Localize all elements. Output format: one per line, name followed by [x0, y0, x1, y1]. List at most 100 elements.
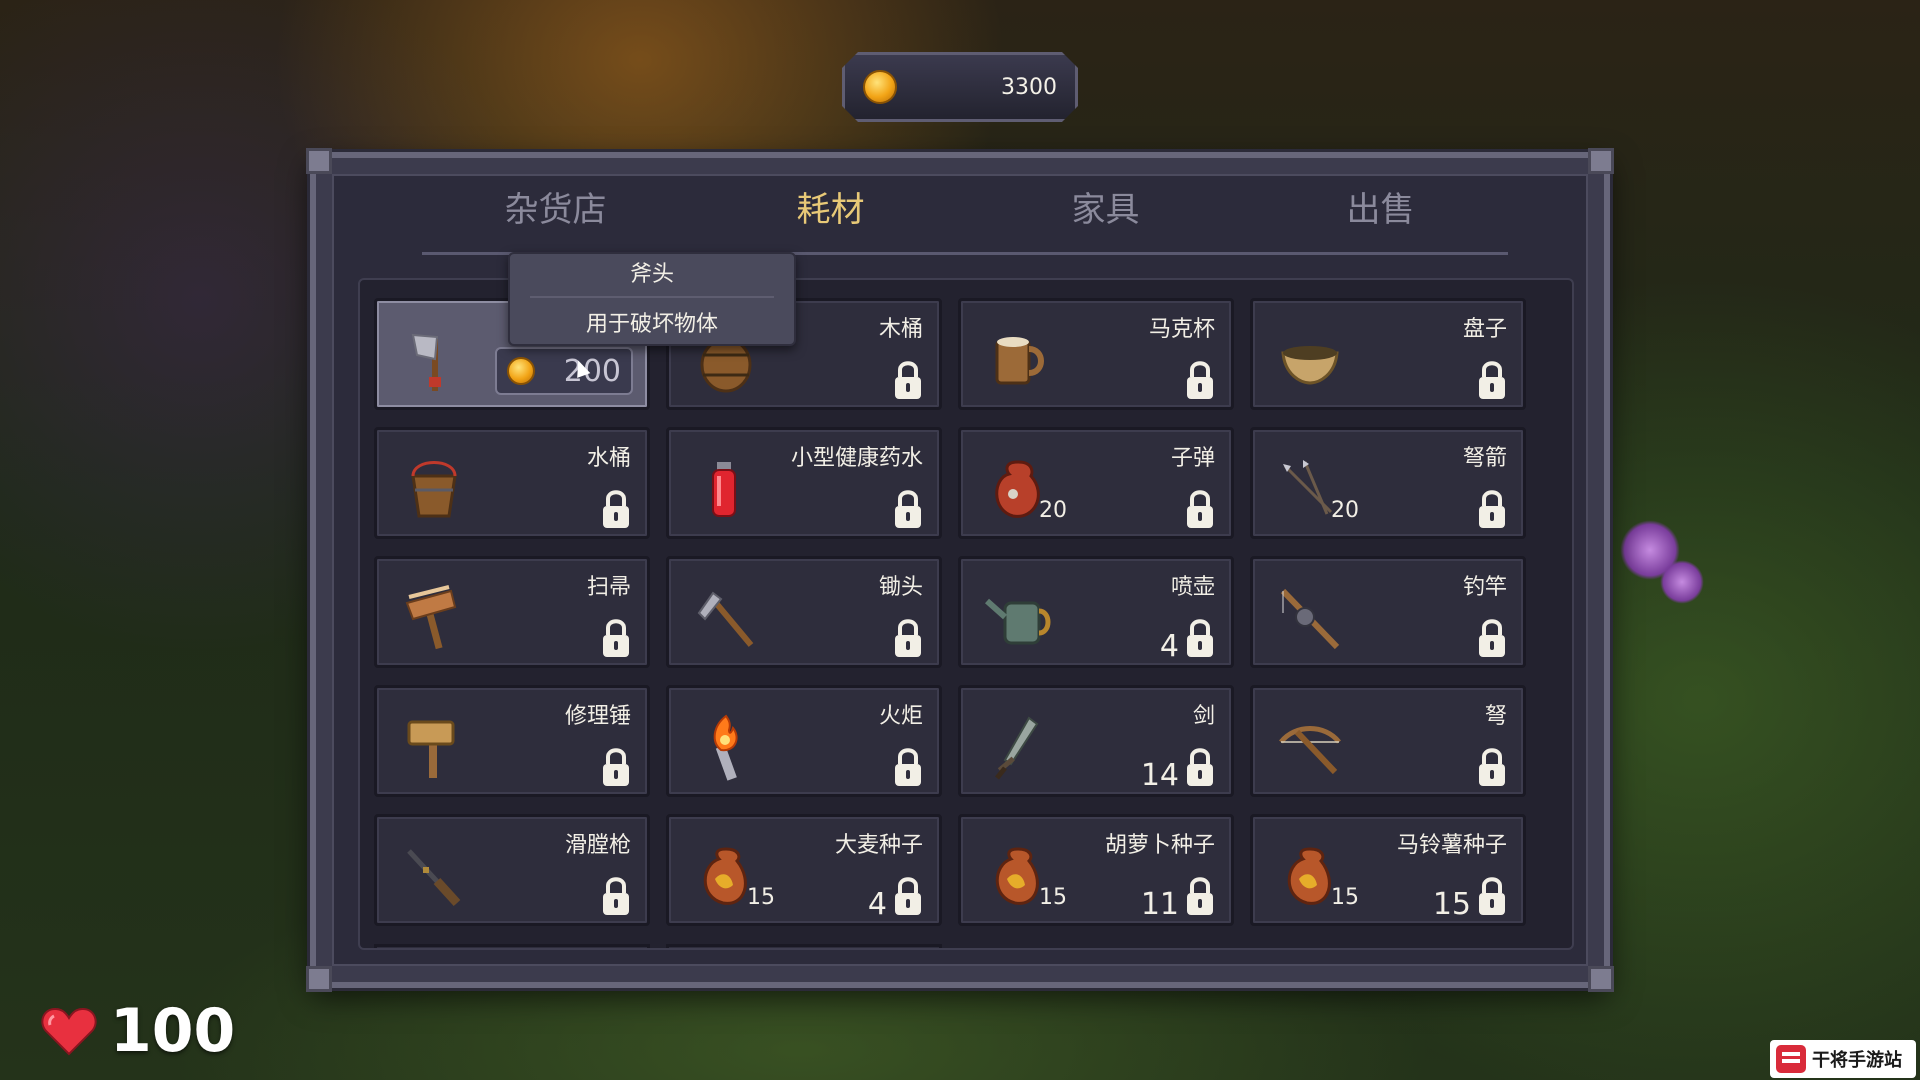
item-price[interactable]: 200 [495, 347, 633, 395]
item-name: 锄头 [878, 575, 923, 600]
item-slot[interactable]: 弩 [1250, 685, 1526, 797]
potion-icon [712, 462, 736, 517]
lock-icon [895, 748, 921, 786]
item-name: 大麦种子 [834, 833, 923, 858]
item-price-value: 200 [563, 353, 621, 389]
panel-corner [306, 966, 332, 992]
shop-tabs: 杂货店 耗材 家具 出售 [418, 180, 1518, 240]
item-stock-count: 14 [1140, 758, 1179, 793]
item-name: 胡萝卜种子 [1104, 833, 1215, 858]
lock-icon [1187, 361, 1213, 399]
item-name: 弩 [1484, 704, 1507, 729]
lock-icon [1187, 490, 1213, 528]
panel-corner [1588, 966, 1614, 992]
fishing-rod-icon [1280, 588, 1340, 650]
item-grid: 200 木桶 马克杯 盘子水桶 小型健康药水 子弹 20 弩箭 20 扫帚 锄头 喷壶 4 钓竿修理锤 火炬… [374, 298, 1526, 926]
lock-icon [1187, 877, 1213, 915]
tab-consumables[interactable]: 耗材 [693, 180, 968, 240]
lock-icon [603, 490, 629, 528]
item-slot[interactable]: 马克杯 [958, 298, 1234, 410]
item-slot[interactable]: 大麦种子 15 4 [666, 814, 942, 926]
item-slot[interactable]: 火炬 [666, 685, 942, 797]
item-name: 剑 [1192, 704, 1215, 729]
gold-counter: 3300 [842, 52, 1078, 122]
item-slot[interactable]: 剑 14 [958, 685, 1234, 797]
watermark-text: 干将手游站 [1812, 1050, 1902, 1071]
item-tooltip: 斧头 用于破坏物体 [508, 252, 796, 346]
lock-icon [1187, 619, 1213, 657]
tab-furniture[interactable]: 家具 [968, 180, 1243, 240]
tab-general-store[interactable]: 杂货店 [418, 180, 693, 240]
item-grid-frame: 200 木桶 马克杯 盘子水桶 小型健康药水 子弹 20 弩箭 20 扫帚 锄头 喷壶 4 钓竿修理锤 火炬… [358, 278, 1574, 950]
lock-icon [1479, 748, 1505, 786]
health-display: 100 [40, 996, 235, 1066]
lock-icon [603, 748, 629, 786]
item-slot[interactable]: 锄头 [666, 556, 942, 668]
item-bundle-quantity: 15 [747, 885, 775, 910]
item-bundle-quantity: 20 [1331, 498, 1359, 523]
item-bundle-quantity: 15 [1331, 885, 1359, 910]
item-name: 马铃薯种子 [1396, 833, 1507, 858]
heart-icon [41, 1007, 97, 1056]
lock-icon [1187, 748, 1213, 786]
item-stock-count: 15 [1432, 887, 1471, 922]
item-stock-count: 11 [1140, 887, 1179, 922]
bucket-icon [411, 461, 457, 518]
item-slot[interactable]: 扫帚 [374, 556, 650, 668]
mug-icon [995, 337, 1044, 385]
item-slot[interactable]: 修理锤 [374, 685, 650, 797]
item-slot[interactable]: 小型健康药水 [666, 427, 942, 539]
lock-icon [895, 490, 921, 528]
item-slot-partial[interactable] [666, 944, 942, 948]
item-slot[interactable]: 弩箭 20 [1250, 427, 1526, 539]
watering-can-icon [985, 598, 1051, 645]
lock-icon [895, 361, 921, 399]
musket-icon [407, 849, 461, 907]
tooltip-title: 斧头 [629, 262, 674, 287]
item-name: 子弹 [1170, 446, 1215, 471]
hoe-icon [697, 591, 754, 647]
item-bundle-quantity: 20 [1039, 498, 1067, 523]
site-watermark: 干将手游站 [1770, 1040, 1916, 1078]
gold-coin-icon [863, 70, 897, 104]
tab-sell[interactable]: 出售 [1243, 180, 1518, 240]
panel-corner [1588, 148, 1614, 174]
item-slot[interactable]: 胡萝卜种子 15 11 [958, 814, 1234, 926]
lock-icon [1479, 361, 1505, 399]
item-name: 水桶 [586, 446, 631, 471]
next-row-partial [374, 944, 942, 948]
item-slot-partial[interactable] [374, 944, 650, 948]
item-slot[interactable]: 水桶 [374, 427, 650, 539]
item-name: 木桶 [878, 317, 923, 342]
sword-icon [995, 716, 1039, 780]
item-name: 马克杯 [1148, 317, 1215, 342]
item-name: 盘子 [1462, 317, 1507, 342]
lock-icon [1479, 619, 1505, 657]
item-name: 火炬 [878, 704, 923, 729]
shop-panel: 杂货店 耗材 家具 出售 200 木桶 马克杯 盘子水桶 小型健康药水 子弹 20 弩箭 20 扫… [306, 148, 1614, 992]
item-bundle-quantity: 15 [1039, 885, 1067, 910]
lock-icon [603, 619, 629, 657]
item-stock-count: 4 [867, 887, 887, 922]
tooltip-divider [530, 296, 774, 298]
item-name: 修理锤 [564, 704, 631, 729]
item-slot[interactable]: 盘子 [1250, 298, 1526, 410]
watermark-logo-icon [1776, 1045, 1806, 1073]
item-name: 滑膛枪 [564, 833, 631, 858]
item-slot[interactable]: 滑膛枪 [374, 814, 650, 926]
gold-coin-icon [507, 357, 535, 385]
item-slot[interactable]: 子弹 20 [958, 427, 1234, 539]
item-name: 钓竿 [1462, 575, 1507, 600]
health-value: 100 [110, 996, 236, 1066]
item-name: 弩箭 [1462, 446, 1507, 471]
item-name: 扫帚 [586, 575, 631, 600]
torch-icon [713, 714, 738, 781]
lock-icon [1479, 877, 1505, 915]
panel-corner [306, 148, 332, 174]
item-slot[interactable]: 钓竿 [1250, 556, 1526, 668]
item-slot[interactable]: 马铃薯种子 15 15 [1250, 814, 1526, 926]
item-slot[interactable]: 喷壶 4 [958, 556, 1234, 668]
axe-icon [411, 333, 441, 391]
item-name: 小型健康药水 [790, 446, 923, 471]
lock-icon [603, 877, 629, 915]
